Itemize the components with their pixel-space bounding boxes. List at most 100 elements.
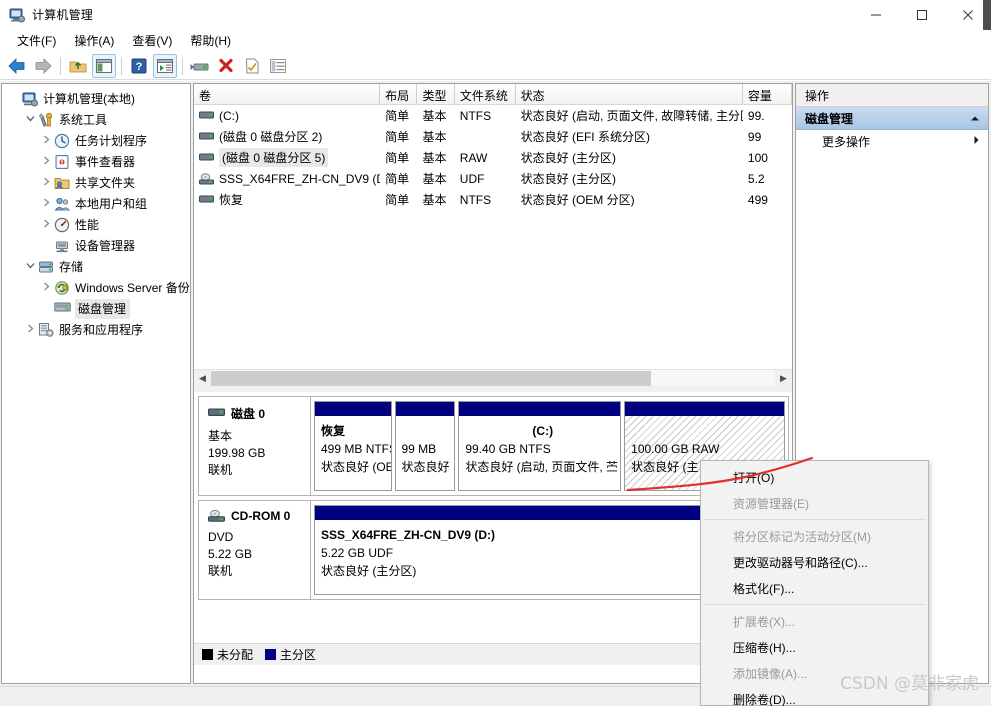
volume-column-header-4[interactable]: 状态 — [515, 84, 743, 104]
volume-cell-capacity: 99. — [747, 108, 765, 123]
context-menu-item[interactable]: 格式化(F)... — [701, 575, 928, 601]
actions-item-more-actions[interactable]: 更多操作 — [796, 130, 988, 152]
tree-node-4[interactable]: 共享文件夹 — [2, 172, 190, 193]
watermark: CSDN @莫非家虎 — [840, 674, 979, 694]
disk-info-panel[interactable]: CD-ROM 0 DVD 5.22 GB 联机 — [199, 501, 311, 599]
tree-node-8[interactable]: 存储 — [2, 256, 190, 277]
volume-row[interactable]: (磁盘 0 磁盘分区 2) 简单 基本 状态良好 (EFI 系统分区) 99 — [194, 126, 792, 147]
tree-node-0[interactable]: 计算机管理(本地) — [2, 88, 190, 109]
tree-node-3[interactable]: 事件查看器 — [2, 151, 190, 172]
rescan-disks-icon[interactable] — [188, 54, 212, 78]
chevron-right-icon[interactable] — [38, 177, 54, 189]
chevron-right-icon[interactable] — [22, 324, 38, 336]
menu-action[interactable]: 操作(A) — [65, 30, 123, 52]
chevron-right-icon[interactable] — [38, 135, 54, 147]
legend-swatch — [265, 649, 277, 660]
hscroll-track[interactable] — [211, 369, 775, 387]
disk-size-label: 199.98 GB — [208, 446, 266, 460]
context-menu-item[interactable]: 更改驱动器号和路径(C)... — [701, 549, 928, 575]
chevron-down-icon[interactable] — [22, 261, 38, 273]
window-right-edge — [983, 0, 991, 30]
maximize-button[interactable] — [899, 0, 945, 30]
menu-help[interactable]: 帮助(H) — [181, 30, 240, 52]
partition-status: 状态良好 (OE — [321, 460, 391, 474]
scroll-left-icon[interactable]: ◀ — [194, 369, 211, 387]
menu-file[interactable]: 文件(F) — [8, 30, 65, 52]
forward-icon[interactable] — [31, 54, 55, 78]
show-action-pane-icon[interactable] — [153, 53, 177, 78]
tree-node-label: 存储 — [59, 260, 84, 274]
volume-cell-type: 基本 — [422, 109, 447, 123]
console-tree-pane: 计算机管理(本地) 系统工具 任务计划程序 事件查看器 共享文件夹 本地用户和组 性能 设备管… — [1, 83, 191, 684]
tree-node-6[interactable]: 性能 — [2, 214, 190, 235]
volume-name-label: (磁盘 0 磁盘分区 5) — [219, 148, 329, 167]
tree-node-5[interactable]: 本地用户和组 — [2, 193, 190, 214]
menu-view[interactable]: 查看(V) — [123, 30, 181, 52]
volume-row[interactable]: SSS_X64FRE_ZH-CN_DV9 (D:) 简单 基本 UDF 状态良好 (主分… — [194, 168, 792, 189]
disk-title: 磁盘 0 — [208, 405, 310, 422]
partition-block[interactable]: 99 MB 状态良好 — [394, 401, 456, 491]
show-hide-console-tree-icon[interactable] — [92, 53, 116, 78]
up-folder-icon[interactable] — [66, 54, 90, 78]
tree-node-1[interactable]: 系统工具 — [2, 109, 190, 130]
disk-name-label: CD-ROM 0 — [231, 509, 291, 523]
partition-title-spacer — [402, 422, 455, 440]
partition-color-bar — [395, 402, 455, 416]
tree-node-label: 服务和应用程序 — [59, 323, 144, 337]
context-menu-item[interactable]: 打开(O) — [701, 464, 928, 490]
toolbar-separator — [60, 56, 61, 75]
volume-column-header-3[interactable]: 文件系统 — [454, 84, 516, 104]
volume-column-header-5[interactable]: 容量 — [742, 84, 792, 104]
context-menu-item: 扩展卷(X)... — [733, 614, 795, 629]
chevron-right-icon[interactable] — [38, 282, 54, 294]
list-icon[interactable] — [266, 54, 290, 78]
disk-info-panel[interactable]: 磁盘 0 基本 199.98 GB 联机 — [199, 397, 311, 495]
back-icon[interactable] — [5, 54, 29, 78]
tree-node-9[interactable]: Windows Server 备份 — [2, 277, 190, 298]
partition-block[interactable]: 恢复 499 MB NTFS 状态良好 (OE — [314, 401, 392, 491]
volume-row[interactable]: 恢复 简单 基本 NTFS 状态良好 (OEM 分区) 499 — [194, 189, 792, 210]
chevron-right-icon[interactable] — [38, 219, 54, 231]
disk-name-label: 磁盘 0 — [231, 407, 266, 421]
volume-cell-capacity: 100 — [747, 150, 768, 165]
chevron-right-icon[interactable] — [38, 198, 54, 210]
volume-cell-capacity: 499 — [747, 192, 768, 207]
volume-column-header-2[interactable]: 类型 — [417, 84, 455, 104]
actions-group-disk-management[interactable]: 磁盘管理 — [796, 107, 988, 130]
partition-block[interactable]: (C:) 99.40 GB NTFS 状态良好 (启动, 页面文件, 苎 — [458, 401, 622, 491]
properties-icon[interactable] — [240, 54, 264, 78]
context-menu-item[interactable]: 压缩卷(H)... — [701, 634, 928, 660]
volume-row[interactable]: (磁盘 0 磁盘分区 5) 简单 基本 RAW 状态良好 (主分区) 100 — [194, 147, 792, 168]
volume-name-label: 恢复 — [219, 193, 244, 207]
partition-body: 恢复 499 MB NTFS 状态良好 (OE — [315, 416, 391, 490]
tree-node-10[interactable]: 磁盘管理 — [2, 298, 190, 319]
tree-node-7[interactable]: 设备管理器 — [2, 235, 190, 256]
partition-status: 状态良好 (启动, 页面文件, 苎 — [465, 460, 618, 474]
hscroll-thumb[interactable] — [211, 370, 651, 386]
partition-body: 99 MB 状态良好 — [395, 416, 455, 490]
volume-cell-status: 状态良好 (EFI 系统分区) — [520, 130, 650, 144]
tree-node-11[interactable]: 服务和应用程序 — [2, 319, 190, 340]
scroll-right-icon[interactable]: ▶ — [775, 369, 792, 387]
volume-cell-layout: 简单 — [385, 172, 410, 186]
minimize-button[interactable] — [853, 0, 899, 30]
volume-column-header-1[interactable]: 布局 — [380, 84, 418, 104]
partition-color-bar — [315, 402, 391, 416]
volume-cell-capacity: 99 — [747, 129, 762, 144]
partition-title: 恢复 — [321, 424, 346, 438]
volume-column-header-0[interactable]: 卷 — [194, 84, 381, 104]
volume-cell-filesystem: NTFS — [459, 192, 492, 207]
volume-list-hscrollbar[interactable]: ◀ ▶ — [194, 369, 792, 387]
chevron-right-icon — [973, 134, 980, 148]
volume-row[interactable]: (C:) 简单 基本 NTFS 状态良好 (启动, 页面文件, 故障转储, 主分区) 99… — [194, 105, 792, 126]
delete-icon[interactable] — [214, 54, 238, 78]
tree-node-2[interactable]: 任务计划程序 — [2, 130, 190, 151]
storage-icon — [38, 259, 54, 275]
chevron-up-icon[interactable] — [970, 111, 980, 125]
volume-cell-capacity: 5.2 — [747, 171, 765, 186]
help-icon[interactable]: ? — [127, 54, 151, 78]
event-viewer-icon — [54, 154, 70, 170]
chevron-down-icon[interactable] — [22, 114, 38, 126]
volume-cell-type: 基本 — [422, 151, 447, 165]
chevron-right-icon[interactable] — [38, 156, 54, 168]
